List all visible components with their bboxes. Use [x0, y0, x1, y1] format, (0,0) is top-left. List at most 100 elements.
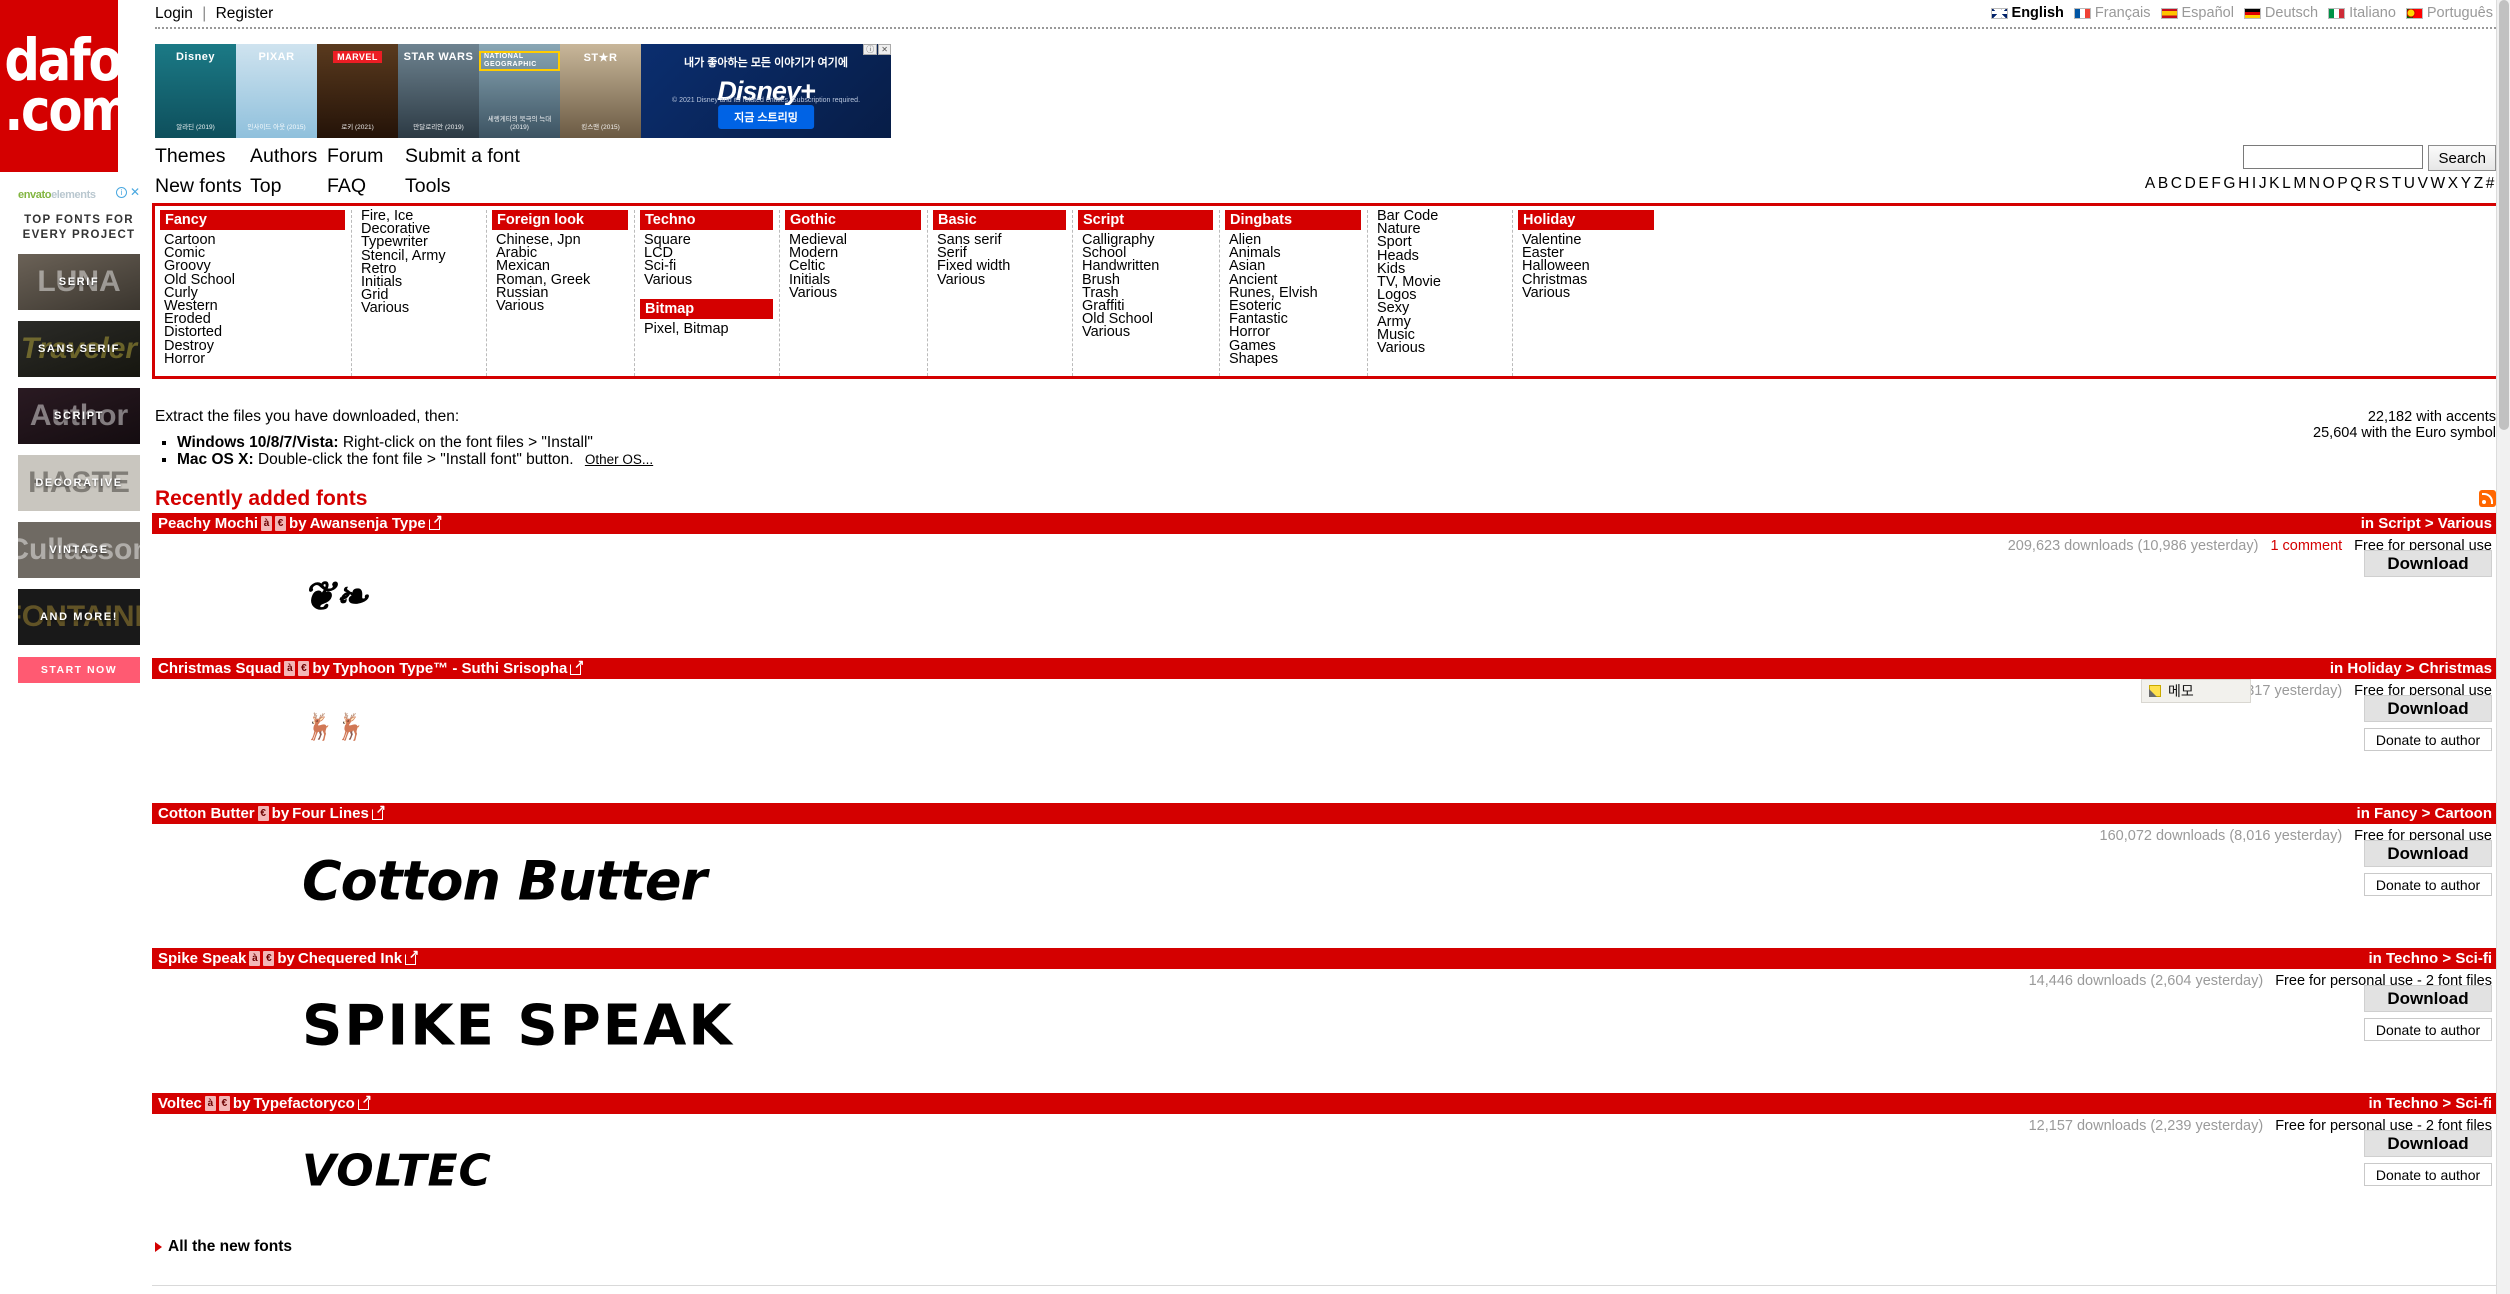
alpha-link-X[interactable]: X: [2447, 175, 2460, 192]
nav-forum[interactable]: Forum: [327, 145, 383, 167]
nav-submit-a-font[interactable]: Submit a font: [405, 145, 520, 167]
alpha-link-H[interactable]: H: [2237, 175, 2251, 192]
download-button[interactable]: Download: [2364, 695, 2492, 722]
nav-authors[interactable]: Authors: [250, 145, 317, 167]
download-button[interactable]: Download: [2364, 1130, 2492, 1157]
category-heading[interactable]: Gothic: [785, 210, 921, 230]
alpha-link-L[interactable]: L: [2281, 175, 2292, 192]
search-input[interactable]: [2243, 145, 2424, 169]
font-author-link[interactable]: Chequered Ink: [298, 950, 402, 967]
register-link[interactable]: Register: [216, 5, 274, 22]
ad-start-now-button[interactable]: START NOW: [18, 657, 140, 683]
font-name-link[interactable]: Cotton Butter: [158, 805, 255, 822]
font-category-link[interactable]: in Techno > Sci-fi: [2369, 1095, 2493, 1112]
alpha-link-#[interactable]: #: [2485, 175, 2496, 192]
alpha-link-P[interactable]: P: [2336, 175, 2349, 192]
language-option-deutsch[interactable]: Deutsch: [2241, 5, 2321, 21]
language-option-español[interactable]: Español: [2158, 5, 2237, 21]
category-heading[interactable]: Dingbats: [1225, 210, 1361, 230]
alpha-link-V[interactable]: V: [2417, 175, 2430, 192]
alpha-link-U[interactable]: U: [2403, 175, 2417, 192]
donate-to-author-button[interactable]: Donate to author: [2364, 1018, 2492, 1041]
alpha-link-D[interactable]: D: [2184, 175, 2198, 192]
nav-new-fonts[interactable]: New fonts: [155, 175, 242, 197]
font-category-link[interactable]: in Holiday > Christmas: [2330, 660, 2492, 677]
page-scrollbar[interactable]: [2496, 0, 2510, 1294]
search-button[interactable]: Search: [2428, 145, 2496, 171]
external-link-icon[interactable]: [428, 513, 443, 530]
alpha-link-Z[interactable]: Z: [2473, 175, 2485, 192]
ad-card-serif[interactable]: LUNA SERIF: [18, 254, 140, 310]
external-link-icon[interactable]: [371, 803, 386, 820]
alpha-link-W[interactable]: W: [2430, 175, 2447, 192]
font-author-link[interactable]: Awansenja Type: [310, 515, 426, 532]
alpha-link-O[interactable]: O: [2322, 175, 2337, 192]
adchoices-info-icon[interactable]: ⓘ: [863, 44, 878, 55]
category-item[interactable]: Various: [496, 299, 634, 314]
category-heading[interactable]: Techno: [640, 210, 773, 230]
ad-card-and-more-[interactable]: FONTAINEAND MORE!: [18, 589, 140, 645]
ad-close-icon[interactable]: ✕: [130, 186, 140, 198]
donate-to-author-button[interactable]: Donate to author: [2364, 1163, 2492, 1186]
font-author-link[interactable]: Typhoon Type™ - Suthi Srisopha: [333, 660, 567, 677]
donate-to-author-button[interactable]: Donate to author: [2364, 728, 2492, 751]
comment-count-link[interactable]: 1 comment: [2270, 538, 2342, 554]
adchoices-controls[interactable]: ⓘ ✕: [863, 44, 891, 55]
font-author-link[interactable]: Four Lines: [292, 805, 369, 822]
category-heading[interactable]: Foreign look: [492, 210, 628, 230]
category-heading[interactable]: Bitmap: [640, 298, 773, 319]
ad-card-vintage[interactable]: CullassonVINTAGE: [18, 522, 140, 578]
alpha-link-Y[interactable]: Y: [2460, 175, 2473, 192]
alpha-link-F[interactable]: F: [2210, 175, 2222, 192]
adchoices-close-icon[interactable]: ✕: [878, 44, 891, 55]
category-heading[interactable]: Fancy: [160, 210, 345, 230]
login-link[interactable]: Login: [155, 5, 193, 22]
alpha-link-J[interactable]: J: [2258, 175, 2268, 192]
sidebar-advertisement[interactable]: envatoelements i ✕ TOP FONTS FOR EVERY P…: [18, 186, 140, 683]
external-link-icon[interactable]: [357, 1093, 372, 1110]
ad-card-script[interactable]: Author SCRIPT: [18, 388, 140, 444]
ad-card-decorative[interactable]: HASTE DECORATIVE: [18, 455, 140, 511]
alpha-link-Q[interactable]: Q: [2349, 175, 2364, 192]
language-option-italiano[interactable]: Italiano: [2325, 5, 2399, 21]
alpha-link-S[interactable]: S: [2378, 175, 2391, 192]
font-name-link[interactable]: Christmas Squad: [158, 660, 281, 677]
nav-top[interactable]: Top: [250, 175, 281, 197]
font-author-link[interactable]: Typefactoryco: [253, 1095, 354, 1112]
category-item[interactable]: Various: [1377, 341, 1512, 356]
font-name-link[interactable]: Peachy Mochi: [158, 515, 258, 532]
banner-cta-panel[interactable]: 내가 좋아하는 모든 이야기가 여기에 Disney+ © 2021 Disney …: [641, 44, 891, 138]
category-item[interactable]: Various: [789, 285, 927, 300]
font-name-link[interactable]: Voltec: [158, 1095, 202, 1112]
alpha-link-M[interactable]: M: [2292, 175, 2308, 192]
category-item[interactable]: Various: [1082, 325, 1219, 340]
category-item[interactable]: Various: [937, 272, 1072, 287]
banner-cta-button[interactable]: 지금 스트리밍: [718, 105, 814, 129]
alpha-link-I[interactable]: I: [2251, 175, 2258, 192]
category-item[interactable]: Shapes: [1229, 351, 1367, 366]
other-os-link[interactable]: Other OS...: [585, 452, 653, 467]
category-item[interactable]: Various: [361, 301, 486, 316]
font-name-link[interactable]: Spike Speak: [158, 950, 246, 967]
banner-advertisement[interactable]: ⓘ ✕ Disney 알라딘 (2019) PIXAR 인사이드 아웃 (2015) M…: [155, 44, 891, 138]
language-option-português[interactable]: Português: [2403, 5, 2496, 21]
category-heading[interactable]: Holiday: [1518, 210, 1654, 230]
nav-themes[interactable]: Themes: [155, 145, 225, 167]
category-heading[interactable]: Script: [1078, 210, 1213, 230]
download-button[interactable]: Download: [2364, 985, 2492, 1012]
download-button[interactable]: Download: [2364, 550, 2492, 577]
alpha-link-E[interactable]: E: [2197, 175, 2210, 192]
category-item[interactable]: Horror: [164, 351, 351, 366]
alpha-link-N[interactable]: N: [2308, 175, 2322, 192]
language-option-français[interactable]: Français: [2071, 5, 2154, 21]
language-option-english[interactable]: English: [1988, 5, 2067, 21]
site-logo[interactable]: dafont .com: [0, 0, 118, 172]
ad-card-sans-serif[interactable]: Traveler SANS SERIF: [18, 321, 140, 377]
category-item[interactable]: Pixel, Bitmap: [644, 321, 779, 336]
donate-to-author-button[interactable]: Donate to author: [2364, 873, 2492, 896]
alpha-link-B[interactable]: B: [2157, 175, 2170, 192]
external-link-icon[interactable]: [570, 658, 584, 675]
ad-info-icon[interactable]: i: [116, 187, 127, 198]
nav-tools[interactable]: Tools: [405, 175, 451, 197]
font-category-link[interactable]: in Fancy > Cartoon: [2357, 805, 2492, 822]
